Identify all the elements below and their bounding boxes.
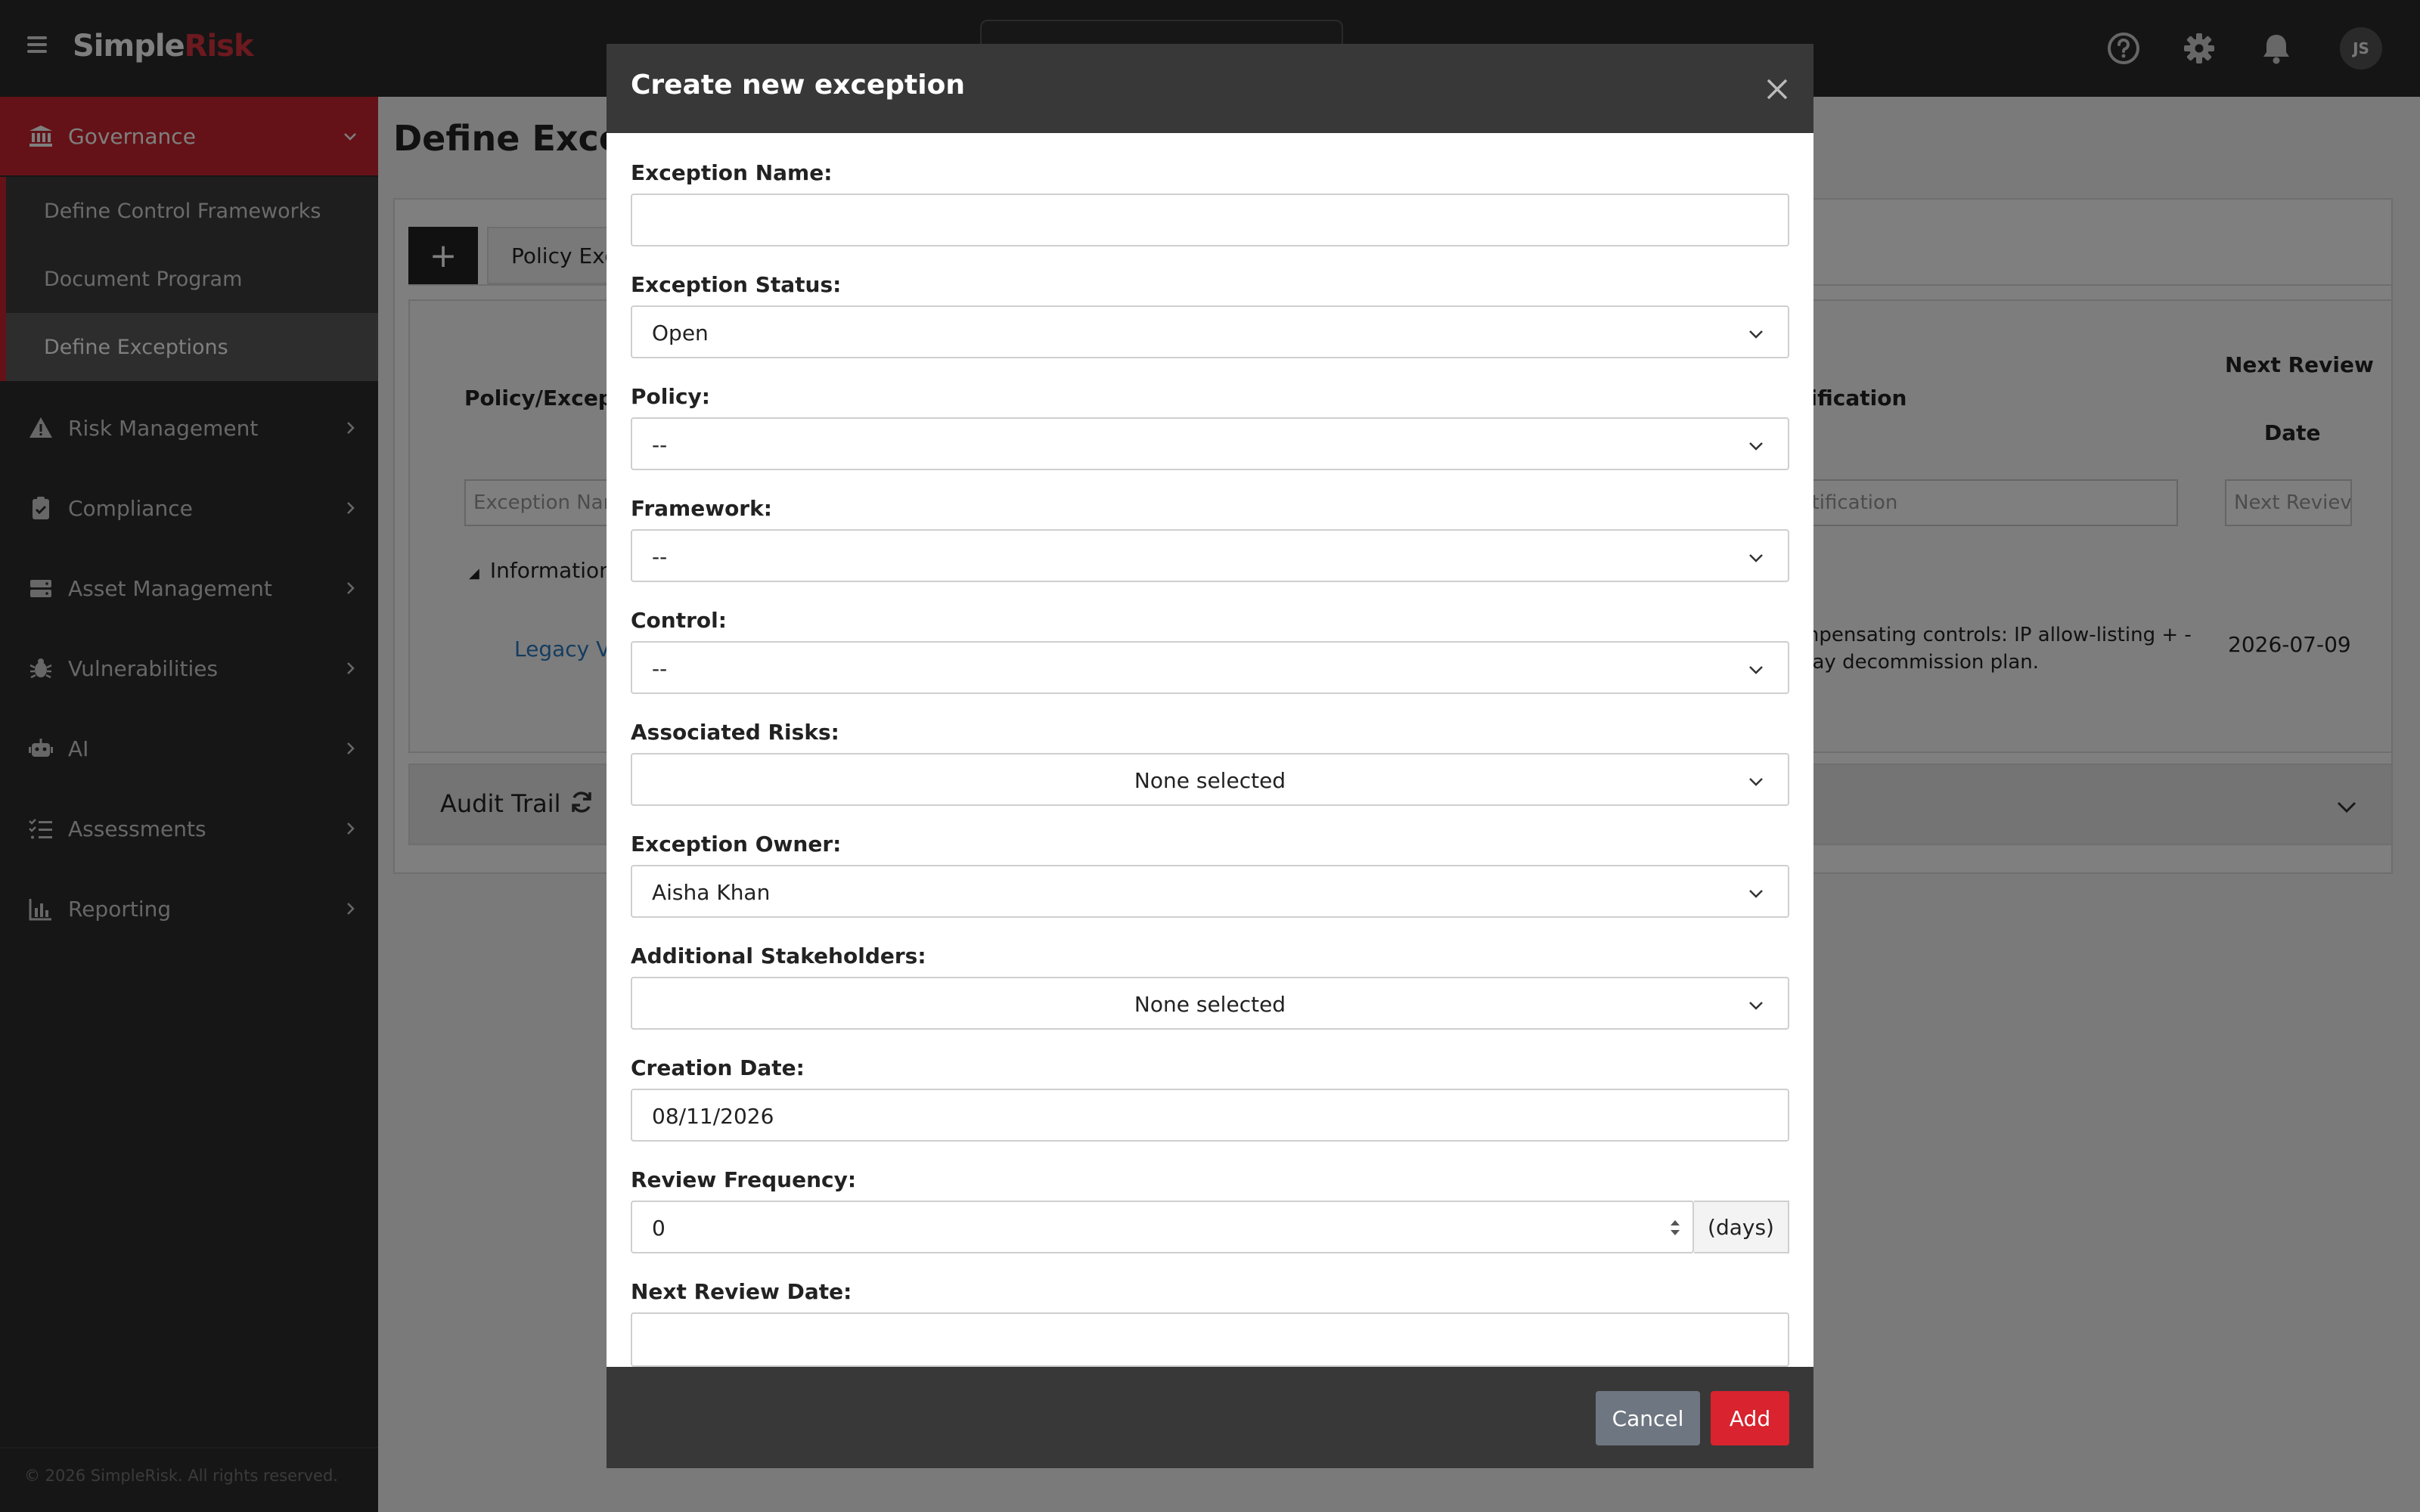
exception-owner-select[interactable]: Aisha Khan: [631, 865, 1789, 918]
exception-status-select[interactable]: Open: [631, 305, 1789, 358]
add-button[interactable]: Add: [1711, 1391, 1789, 1445]
associated-risks-multiselect[interactable]: None selected: [631, 753, 1789, 806]
chevron-down-icon: [1749, 890, 1763, 898]
review-frequency-label: Review Frequency:: [631, 1167, 857, 1192]
associated-risks-label: Associated Risks:: [631, 720, 839, 745]
review-frequency-input[interactable]: 0: [631, 1201, 1694, 1253]
exception-status-label: Exception Status:: [631, 272, 842, 297]
chevron-down-icon: [1749, 778, 1763, 786]
close-icon[interactable]: [1764, 76, 1791, 103]
chevron-down-icon: [1749, 330, 1763, 339]
modal-header: Create new exception: [607, 44, 1813, 133]
additional-stakeholders-label: Additional Stakeholders:: [631, 943, 926, 968]
chevron-down-icon: [1749, 442, 1763, 451]
days-unit-addon: (days): [1694, 1201, 1789, 1253]
framework-label: Framework:: [631, 496, 772, 521]
exception-name-label: Exception Name:: [631, 160, 833, 185]
chevron-down-icon: [1749, 666, 1763, 674]
additional-stakeholders-multiselect[interactable]: None selected: [631, 977, 1789, 1030]
policy-label: Policy:: [631, 384, 710, 409]
creation-date-input[interactable]: 08/11/2026: [631, 1089, 1789, 1142]
framework-select[interactable]: --: [631, 529, 1789, 582]
exception-owner-label: Exception Owner:: [631, 832, 842, 857]
policy-select[interactable]: --: [631, 417, 1789, 470]
chevron-down-icon: [1749, 554, 1763, 562]
number-spinner-icon[interactable]: [1668, 1214, 1682, 1241]
modal-title: Create new exception: [631, 70, 965, 101]
cancel-button[interactable]: Cancel: [1596, 1391, 1700, 1445]
chevron-down-icon: [1749, 1002, 1763, 1010]
next-review-date-label: Next Review Date:: [631, 1279, 852, 1304]
exception-name-input[interactable]: [631, 194, 1789, 246]
creation-date-label: Creation Date:: [631, 1055, 805, 1080]
control-select[interactable]: --: [631, 641, 1789, 694]
create-exception-modal: Create new exception Exception Name: Exc…: [607, 44, 1813, 1468]
next-review-date-input[interactable]: [631, 1312, 1789, 1367]
control-label: Control:: [631, 608, 727, 633]
